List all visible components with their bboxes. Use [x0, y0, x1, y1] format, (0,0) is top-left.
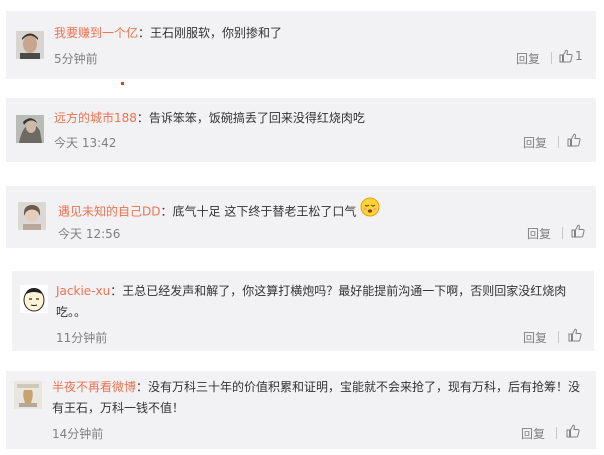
thumbs-up-icon — [568, 328, 582, 342]
reply-button[interactable]: 回复 — [523, 134, 547, 151]
woman-photo-avatar-icon — [16, 115, 44, 143]
comment-username[interactable]: 远方的城市188 — [54, 111, 137, 125]
action-divider — [562, 227, 563, 239]
reply-button[interactable]: 回复 — [516, 50, 540, 67]
comment-text: 告诉笨笨，饭碗搞丢了回来没得红烧肉吃 — [148, 111, 365, 125]
comment-time: 5分钟前 — [54, 52, 98, 66]
thumbs-up-icon — [567, 133, 581, 147]
action-divider — [558, 331, 559, 343]
comment-username[interactable]: Jackie-xu — [56, 284, 110, 298]
comment-line: 遇见未知的自己DD：底气十足 这下终于替老王松了口气 — [58, 197, 380, 224]
action-divider — [556, 427, 557, 439]
decorative-dot — [121, 82, 124, 85]
comment-separator: ： — [138, 26, 151, 40]
comment-line: 远方的城市188：告诉笨笨，饭碗搞丢了回来没得红烧肉吃 — [54, 108, 365, 129]
user-avatar[interactable] — [16, 31, 44, 59]
comment-time: 今天 12:56 — [58, 227, 121, 241]
like-button[interactable] — [566, 424, 580, 438]
thumbs-up-icon — [566, 424, 580, 438]
comment-separator: ： — [160, 204, 173, 219]
like-button[interactable] — [571, 224, 585, 238]
relieved-face-emoji-icon — [360, 197, 380, 224]
comment-line: Jackie-xu：王总已经发声和解了，你这算打横炮吗？最好能提前沟通一下啊，否… — [56, 281, 574, 323]
comment-line: 我要赚到一个亿：王石刚服软，你别掺和了 — [54, 23, 282, 44]
user-avatar[interactable] — [20, 285, 48, 313]
comment-separator: ： — [136, 380, 149, 394]
reply-button[interactable]: 回复 — [521, 425, 545, 442]
comment-username[interactable]: 半夜不再看微博 — [52, 380, 136, 394]
user-avatar[interactable] — [14, 381, 42, 409]
thumbs-up-icon — [571, 224, 585, 238]
comment-text: 底气十足 这下终于替老王松了口气 — [172, 204, 357, 219]
comment-text: 王石刚服软，你别掺和了 — [150, 26, 283, 40]
comment-text: 王总已经发声和解了，你这算打横炮吗？最好能提前沟通一下啊，否则回家没红烧肉吃。。 — [56, 284, 567, 319]
comment-separator: ： — [110, 284, 123, 298]
comment-card: 远方的城市188：告诉笨笨，饭碗搞丢了回来没得红烧肉吃 今天 13:42 回复 — [6, 98, 596, 162]
user-avatar[interactable] — [16, 115, 44, 143]
comment-username[interactable]: 我要赚到一个亿 — [54, 26, 138, 40]
reply-button[interactable]: 回复 — [523, 329, 547, 346]
comment-card: 遇见未知的自己DD：底气十足 这下终于替老王松了口气 今天 12:56 回复 — [6, 186, 596, 248]
comment-card: Jackie-xu：王总已经发声和解了，你这算打横炮吗？最好能提前沟通一下啊，否… — [12, 271, 594, 351]
user-avatar[interactable] — [18, 202, 46, 230]
comment-time: 11分钟前 — [56, 331, 108, 345]
vase-photo-avatar-icon — [14, 381, 42, 409]
action-divider — [551, 52, 552, 64]
action-divider — [558, 136, 559, 148]
comment-username[interactable]: 遇见未知的自己DD — [58, 205, 160, 219]
man-face-avatar-icon — [16, 31, 44, 59]
cartoon-face-avatar-icon — [20, 285, 48, 313]
thumbs-up-icon — [559, 49, 573, 63]
like-button[interactable] — [567, 133, 581, 147]
comment-card: 我要赚到一个亿：王石刚服软，你别掺和了 5分钟前 回复 1 — [6, 11, 596, 79]
girl-photo-avatar-icon — [18, 202, 46, 230]
comment-list: 我要赚到一个亿：王石刚服软，你别掺和了 5分钟前 回复 1 远方的城市188：告… — [0, 0, 604, 455]
like-count: 1 — [575, 49, 583, 63]
comment-separator: ： — [136, 111, 149, 125]
like-button[interactable] — [568, 328, 582, 342]
reply-button[interactable]: 回复 — [527, 225, 551, 242]
comment-card: 半夜不再看微博：没有万科三十年的价值积累和证明，宝能就不会来抢了，现有万科，后有… — [6, 371, 596, 449]
comment-line: 半夜不再看微博：没有万科三十年的价值积累和证明，宝能就不会来抢了，现有万科，后有… — [52, 377, 590, 419]
like-button[interactable]: 1 — [559, 49, 583, 63]
comment-time: 今天 13:42 — [54, 136, 117, 150]
comment-time: 14分钟前 — [52, 427, 104, 441]
